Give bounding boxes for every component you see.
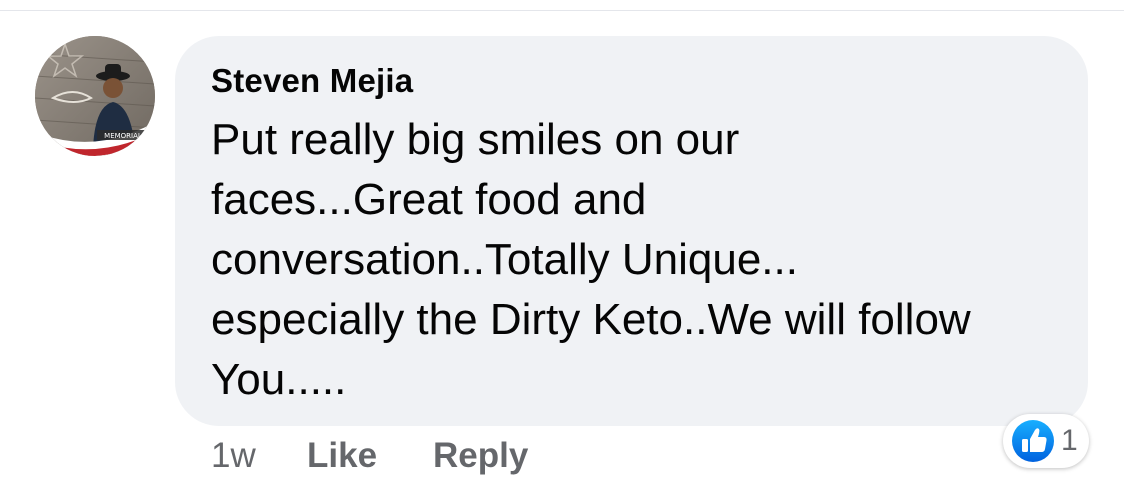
comment-text-line: especially the Dirty Keto..We will follo… [211,295,971,344]
avatar[interactable]: MEMORIAL [35,36,155,156]
timestamp[interactable]: 1w [211,436,256,476]
comment-text-line: You..... [211,355,347,404]
author-name[interactable]: Steven Mejia [211,62,413,100]
comment-thread: MEMORIAL Steven Mejia Put really big smi… [0,0,1124,482]
comment-text-line: conversation..Totally Unique... [211,235,798,284]
comment-text: Put really big smiles on our faces...Gre… [211,110,1071,410]
avatar-image: MEMORIAL [35,36,155,156]
reply-button[interactable]: Reply [433,436,528,476]
like-button[interactable]: Like [307,436,377,476]
thumbs-up-icon [1012,420,1054,462]
divider [0,10,1124,11]
comment-text-line: Put really big smiles on our [211,115,740,164]
comment-text-line: faces...Great food and [211,175,647,224]
reaction-summary[interactable]: 1 [1003,414,1089,468]
reaction-count: 1 [1061,424,1078,457]
svg-text:MEMORIAL: MEMORIAL [104,132,142,140]
